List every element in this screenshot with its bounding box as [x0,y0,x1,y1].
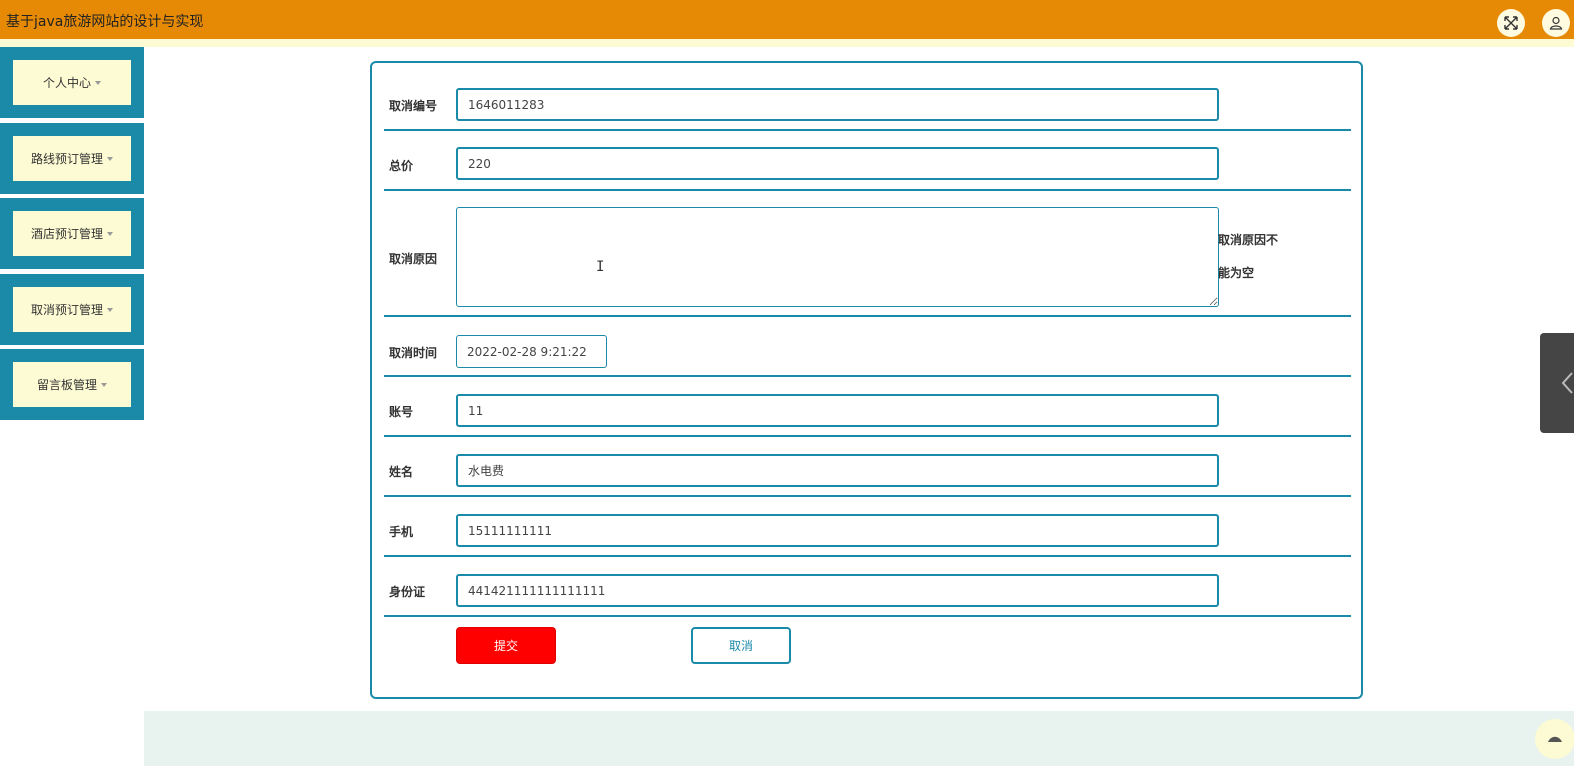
sidebar-item-label: 取消预订管理 [30,303,103,317]
sidebar-item-label: 酒店预订管理 [30,227,103,241]
row-cancel-reason: 取消原因 取消原因不 能为空 [384,191,1351,317]
cancel-reason-error-line2: 能为空 [1218,266,1255,280]
sidebar-item-message-board[interactable]: 留言板管理 [0,349,144,420]
cancel-button[interactable]: 取消 [691,627,791,664]
float-helper-button[interactable] [1535,719,1574,759]
chevron-down-icon [107,156,113,161]
total-price-label: 总价 [389,159,414,173]
text-cursor-icon: I [596,259,605,275]
row-cancel-time: 取消时间 [384,317,1351,377]
submit-button[interactable]: 提交 [456,627,556,664]
row-total-price: 总价 [384,131,1351,191]
phone-input[interactable] [456,514,1219,547]
sidebar-item-personal-center[interactable]: 个人中心 [0,47,144,118]
id-card-input[interactable] [456,574,1219,607]
cancel-time-label: 取消时间 [389,346,438,360]
chevron-down-icon [101,382,107,387]
chevron-down-icon [95,80,101,85]
chevron-down-icon [107,307,113,312]
cancel-time-input[interactable] [456,335,607,368]
cancel-form: 取消编号 总价 取消原因 取消原因不 能为空 取消时间 账号 姓名 手机 身份证… [370,61,1363,699]
expand-icon[interactable] [1497,9,1525,37]
id-card-label: 身份证 [389,585,426,599]
sidebar-item-label: 个人中心 [42,76,91,90]
account-input[interactable] [456,394,1219,427]
header-strip [0,39,1574,47]
row-account: 账号 [384,377,1351,437]
account-label: 账号 [389,405,414,419]
row-name: 姓名 [384,437,1351,497]
name-label: 姓名 [389,465,414,479]
sidebar-item-route-booking[interactable]: 路线预订管理 [0,123,144,194]
top-bar: 基于java旅游网站的设计与实现 [0,0,1574,39]
cancel-reason-label: 取消原因 [389,252,438,266]
cancel-reason-error-line1: 取消原因不 [1218,233,1279,247]
user-icon[interactable] [1542,9,1570,37]
app-title: 基于java旅游网站的设计与实现 [6,14,204,30]
cancel-reason-textarea[interactable] [456,207,1219,307]
sidebar-item-label: 留言板管理 [36,378,97,392]
chevron-left-icon [1561,372,1573,394]
phone-label: 手机 [389,525,414,539]
footer [144,711,1574,766]
eye-icon [1548,736,1562,742]
total-price-input[interactable] [456,147,1219,180]
chevron-down-icon [107,231,113,236]
row-cancel-no: 取消编号 [384,63,1351,131]
sidebar-item-label: 路线预订管理 [30,152,103,166]
cancel-no-label: 取消编号 [389,99,438,113]
side-drawer-tab[interactable] [1540,333,1574,433]
cancel-no-input[interactable] [456,88,1219,121]
row-phone: 手机 [384,497,1351,557]
row-id-card: 身份证 [384,557,1351,617]
name-input[interactable] [456,454,1219,487]
sidebar-item-cancel-booking[interactable]: 取消预订管理 [0,274,144,345]
sidebar-item-hotel-booking[interactable]: 酒店预订管理 [0,198,144,269]
